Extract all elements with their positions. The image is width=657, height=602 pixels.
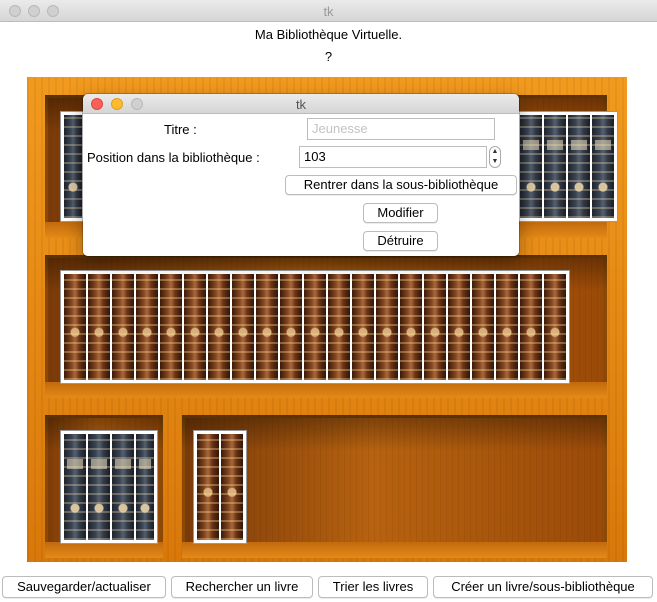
book-group-middle[interactable]	[61, 271, 569, 383]
book-spine[interactable]	[448, 274, 470, 380]
position-stepper[interactable]: ▲ ▼	[489, 146, 501, 168]
create-book-button[interactable]: Créer un livre/sous-bibliothèque	[433, 576, 653, 598]
position-input[interactable]: 103	[299, 146, 487, 168]
book-spine[interactable]	[136, 274, 158, 380]
book-group-bottom-right[interactable]	[194, 431, 246, 543]
book-spine[interactable]	[221, 434, 243, 540]
title-input[interactable]: Jeunesse	[307, 118, 495, 140]
book-spine[interactable]	[136, 434, 154, 540]
page-title: Ma Bibliothèque Virtuelle.	[254, 27, 403, 42]
book-spine[interactable]	[112, 434, 134, 540]
book-spine[interactable]	[496, 274, 518, 380]
book-spine[interactable]	[160, 274, 182, 380]
stepper-down-icon[interactable]: ▼	[490, 157, 500, 167]
position-label: Position dans la bibliothèque :	[87, 150, 260, 165]
book-spine[interactable]	[520, 274, 542, 380]
modify-button[interactable]: Modifier	[363, 203, 438, 223]
book-spine[interactable]	[520, 115, 542, 218]
book-spine[interactable]	[328, 274, 350, 380]
book-spine[interactable]	[304, 274, 326, 380]
book-spine[interactable]	[88, 434, 110, 540]
book-spine[interactable]	[208, 274, 230, 380]
book-spine[interactable]	[88, 274, 110, 380]
book-spine[interactable]	[184, 274, 206, 380]
destroy-button[interactable]: Détruire	[363, 231, 438, 251]
book-spine[interactable]	[544, 115, 566, 218]
window-title: tk	[323, 4, 334, 19]
book-group-top-left[interactable]	[61, 112, 85, 221]
book-spine[interactable]	[376, 274, 398, 380]
book-spine[interactable]	[568, 115, 590, 218]
book-spine[interactable]	[112, 274, 134, 380]
book-spine[interactable]	[256, 274, 278, 380]
sort-books-button[interactable]: Trier les livres	[318, 576, 428, 598]
book-spine[interactable]	[197, 434, 219, 540]
book-spine[interactable]	[64, 274, 86, 380]
book-spine[interactable]	[352, 274, 374, 380]
book-spine[interactable]	[400, 274, 422, 380]
book-spine[interactable]	[544, 274, 566, 380]
book-edit-dialog: tk Titre : Jeunesse Position dans la bib…	[83, 94, 519, 256]
title-label: Titre :	[164, 122, 197, 137]
stepper-up-icon[interactable]: ▲	[490, 147, 500, 157]
page-subtitle: ?	[324, 49, 333, 64]
book-group-top-right[interactable]	[517, 112, 617, 221]
dialog-titlebar: tk	[83, 94, 519, 114]
book-spine[interactable]	[424, 274, 446, 380]
enter-subshelf-button[interactable]: Rentrer dans la sous-bibliothèque	[285, 175, 517, 195]
book-group-bottom-left[interactable]	[61, 431, 157, 543]
window-titlebar: tk	[0, 0, 657, 22]
dialog-body: Titre : Jeunesse Position dans la biblio…	[83, 114, 519, 256]
save-update-button[interactable]: Sauvegarder/actualiser	[2, 576, 166, 598]
book-spine[interactable]	[64, 115, 82, 218]
book-spine[interactable]	[64, 434, 86, 540]
dialog-title: tk	[295, 97, 307, 112]
book-spine[interactable]	[232, 274, 254, 380]
book-spine[interactable]	[592, 115, 614, 218]
book-spine[interactable]	[472, 274, 494, 380]
search-book-button[interactable]: Rechercher un livre	[171, 576, 313, 598]
book-spine[interactable]	[280, 274, 302, 380]
